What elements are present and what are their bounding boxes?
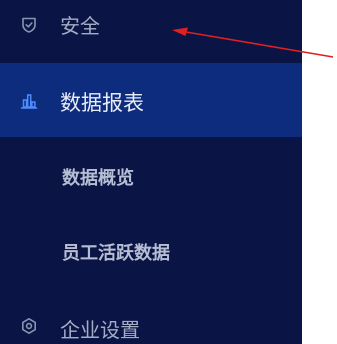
submenu-item-employee-activity[interactable]: 员工活跃数据 [0,229,302,273]
submenu-item-label: 数据概览 [62,168,134,189]
hexagon-settings-icon [20,317,38,335]
submenu-item-data-overview[interactable]: 数据概览 [0,154,302,198]
sidebar-item-label: 安全 [60,14,100,38]
sidebar-menu: 安全 数据报表 数据概览 员工活跃数据 企业设置 [0,0,302,344]
sidebar-item-enterprise-settings[interactable]: 企业设置 [0,306,302,344]
screenshot-stage: 安全 数据报表 数据概览 员工活跃数据 企业设置 [0,0,337,344]
sidebar-item-label: 数据报表 [60,91,144,115]
shield-icon [20,16,38,34]
sidebar-item-data-reports[interactable]: 数据报表 [0,63,302,137]
sidebar-item-label: 企业设置 [60,318,140,342]
sidebar-item-security[interactable]: 安全 [0,0,302,52]
submenu-item-label: 员工活跃数据 [62,243,170,264]
bar-chart-icon [20,92,38,110]
